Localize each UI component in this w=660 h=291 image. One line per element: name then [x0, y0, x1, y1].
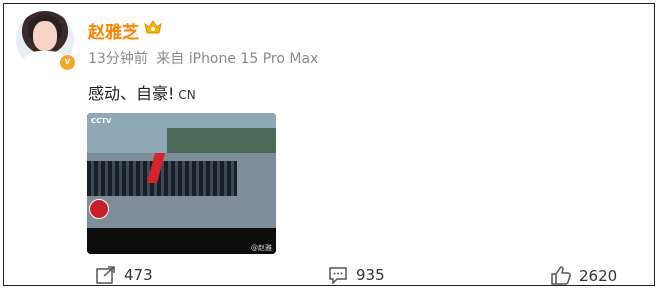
post-meta: 13分钟前 来自 iPhone 15 Pro Max [88, 48, 322, 68]
post-time[interactable]: 13分钟前 [88, 51, 148, 67]
post-image[interactable]: CCTV @赵雅 [87, 113, 276, 254]
content-tag: CN [178, 88, 196, 102]
image-watermark: @赵雅 [251, 244, 272, 252]
like-button[interactable]: 2620 [551, 266, 617, 285]
share-icon [96, 266, 115, 284]
verified-icon: v [59, 54, 76, 71]
avatar-face [33, 21, 57, 51]
post-source: 来自 iPhone 15 Pro Max [156, 51, 319, 67]
post-text: 感动、自豪! [88, 84, 175, 103]
vip-icon[interactable] [143, 18, 163, 36]
share-button[interactable]: 473 [96, 266, 153, 284]
image-badge [89, 199, 109, 219]
like-icon [551, 266, 571, 285]
share-count: 473 [124, 266, 153, 284]
image-troops [87, 161, 237, 196]
post-card: v 赵雅芝 13分钟前 来自 iPhone 15 Pro Max 感动、自豪! C… [3, 3, 655, 286]
comment-icon [329, 267, 347, 284]
image-bottom-bar [87, 228, 276, 254]
like-count: 2620 [579, 266, 618, 285]
username[interactable]: 赵雅芝 [88, 18, 139, 43]
image-trees [167, 128, 276, 153]
comment-button[interactable]: 935 [328, 266, 385, 284]
tv-logo: CCTV [91, 117, 112, 125]
comment-count: 935 [356, 266, 385, 284]
post-content: 感动、自豪! CN [88, 80, 196, 104]
